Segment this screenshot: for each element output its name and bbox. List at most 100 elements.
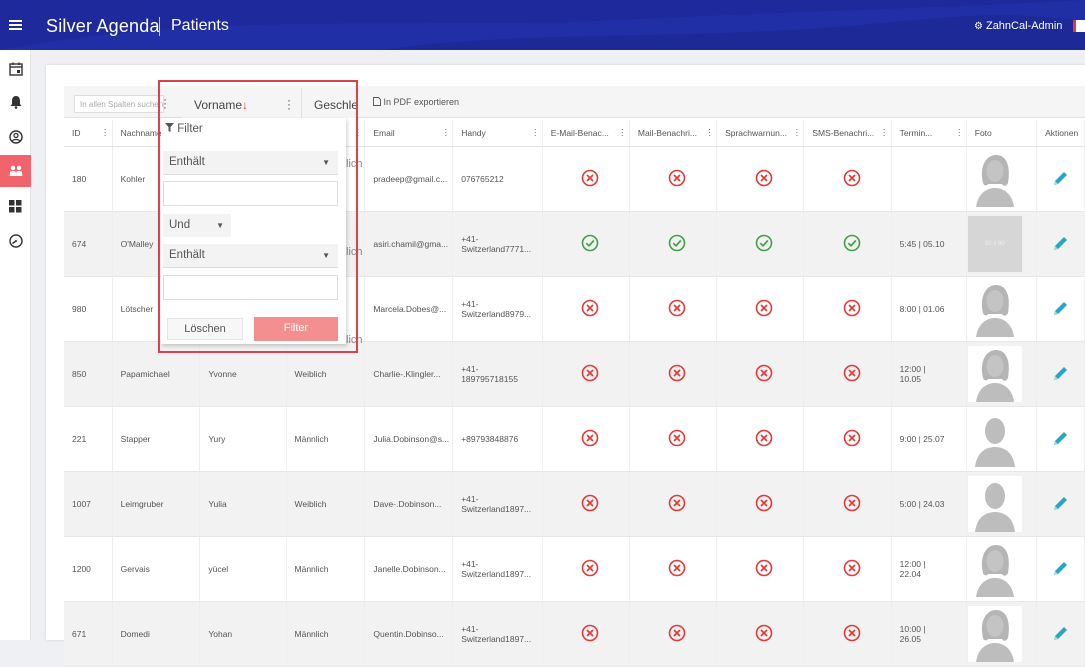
cell-notification-flag bbox=[716, 146, 805, 212]
cell-notification-flag bbox=[542, 601, 630, 667]
avatar bbox=[967, 540, 1022, 597]
cell-actions bbox=[1036, 406, 1085, 472]
sidebar-item-reports[interactable] bbox=[0, 225, 31, 257]
sidebar-item-calendar[interactable] bbox=[0, 53, 31, 85]
column-header[interactable]: ID · · · bbox=[64, 120, 113, 147]
cross-circle-icon bbox=[843, 299, 860, 316]
notification-badge[interactable] bbox=[1073, 20, 1085, 32]
edit-icon[interactable] bbox=[1051, 430, 1069, 448]
sidebar-item-profile[interactable] bbox=[0, 121, 31, 153]
menu-icon[interactable] bbox=[9, 20, 22, 30]
column-menu-icon[interactable]: ··· bbox=[795, 125, 799, 140]
cell-notification-flag bbox=[803, 146, 892, 212]
cross-circle-icon bbox=[668, 494, 686, 511]
avatar bbox=[967, 150, 1022, 207]
cell-termin-line: 12:00 | bbox=[899, 363, 926, 374]
gauge-icon bbox=[8, 234, 23, 248]
sidebar-item-patients[interactable] bbox=[0, 155, 31, 187]
check-circle-icon bbox=[581, 234, 599, 251]
cell-termin-line: 8:00 | 01.06 bbox=[899, 303, 945, 314]
cross-circle-icon bbox=[755, 429, 773, 446]
cell-notification-flag bbox=[542, 146, 630, 212]
title-divider bbox=[159, 17, 160, 36]
cell-termin-line: 5:00 | 24.03 bbox=[899, 498, 945, 509]
sidebar-item-notifications[interactable] bbox=[0, 86, 31, 118]
column-header[interactable]: Email · · · bbox=[364, 120, 454, 147]
cell-handy-line: +41- bbox=[461, 233, 479, 244]
column-header[interactable]: Mail-Benachri... · · · bbox=[629, 120, 718, 147]
cell-handy: +41- Switzerland1897... bbox=[452, 471, 543, 537]
column-header[interactable]: Foto bbox=[966, 120, 1038, 147]
check-circle-icon bbox=[668, 234, 686, 251]
column-header[interactable]: Sprachwarnun... · · · bbox=[716, 120, 805, 147]
column-menu-icon[interactable]: ··· bbox=[708, 125, 712, 140]
cell-notification-flag bbox=[803, 471, 892, 537]
cell-termin: 5:00 | 24.03 bbox=[891, 471, 967, 537]
cell-photo bbox=[966, 146, 1038, 212]
cross-circle-icon bbox=[581, 364, 599, 381]
edit-icon[interactable] bbox=[1051, 495, 1069, 513]
column-header[interactable]: SMS-Benachri... · · · bbox=[803, 120, 892, 147]
column-header-label: E-Mail-Benac... bbox=[550, 127, 609, 138]
cell-notification-flag bbox=[542, 276, 630, 342]
cell-id: 1007 bbox=[64, 471, 113, 537]
column-header[interactable]: E-Mail-Benac... · · · bbox=[542, 120, 630, 147]
column-menu-icon[interactable]: ··· bbox=[444, 125, 448, 140]
column-menu-icon[interactable]: ··· bbox=[958, 125, 962, 140]
table-row[interactable]: 671 Domedi Yohan Männlich Quentin.Dobinso...… bbox=[64, 601, 1085, 667]
avatar-placeholder-text: 80 x 80 bbox=[984, 240, 1005, 247]
cell-termin-line: 9:00 | 25.07 bbox=[899, 433, 945, 444]
column-menu-icon[interactable]: ··· bbox=[883, 125, 887, 140]
cell-geschlecht: Männlich bbox=[286, 536, 366, 602]
cell-handy: +89793848876 bbox=[452, 406, 543, 472]
avatar bbox=[967, 410, 1022, 467]
cell-photo: 80 x 80 bbox=[966, 211, 1038, 277]
cross-circle-icon bbox=[755, 364, 773, 381]
table-row[interactable]: 1007 Leimgruber Yulia Weiblich Dave-.Dobinso… bbox=[64, 471, 1085, 537]
cell-actions bbox=[1036, 601, 1085, 667]
column-header[interactable]: Aktionen bbox=[1036, 120, 1085, 147]
cross-circle-icon bbox=[843, 624, 860, 641]
table-row[interactable]: 1200 Gervais yücel Männlich Janelle.Dobinson… bbox=[64, 536, 1085, 602]
cell-nachname: Leimgruber bbox=[112, 471, 201, 537]
cell-email: Dave-.Dobinson... bbox=[364, 471, 454, 537]
cell-notification-flag bbox=[542, 406, 630, 472]
avatar-placeholder-icon bbox=[975, 284, 1014, 337]
top-bar: Silver Agenda Patients ⚙ ZahnCal-Admin bbox=[0, 0, 1085, 50]
cell-email: Charlie-.Klingler... bbox=[364, 341, 454, 407]
column-header[interactable]: Termin... · · · bbox=[891, 120, 967, 147]
cell-id: 980 bbox=[64, 276, 113, 342]
cell-notification-flag bbox=[716, 406, 805, 472]
user-menu[interactable]: ⚙ ZahnCal-Admin bbox=[974, 20, 1062, 32]
column-menu-icon[interactable]: ··· bbox=[104, 125, 108, 140]
cell-actions bbox=[1036, 146, 1085, 212]
table-row[interactable]: 221 Stapper Yury Männlich Julia.Dobinson@s..… bbox=[64, 406, 1085, 472]
column-header-label: ID bbox=[72, 127, 81, 138]
column-menu-icon[interactable]: ··· bbox=[621, 125, 625, 140]
cell-notification-flag bbox=[803, 341, 892, 407]
cell-termin: 8:00 | 01.06 bbox=[891, 276, 967, 342]
cell-notification-flag bbox=[629, 211, 718, 277]
cell-notification-flag bbox=[629, 536, 718, 602]
column-menu-icon[interactable]: ··· bbox=[534, 125, 538, 140]
edit-icon[interactable] bbox=[1051, 170, 1069, 188]
pdf-export-button[interactable]: In PDF exportieren bbox=[373, 97, 459, 107]
cross-circle-icon bbox=[843, 494, 860, 511]
edit-icon[interactable] bbox=[1051, 300, 1069, 318]
column-header[interactable]: Handy · · · bbox=[452, 120, 543, 147]
cell-termin-line: 12:00 | bbox=[899, 558, 926, 569]
cell-notification-flag bbox=[629, 406, 718, 472]
cell-photo bbox=[966, 276, 1038, 342]
edit-icon[interactable] bbox=[1051, 365, 1069, 383]
cell-notification-flag bbox=[716, 341, 805, 407]
edit-icon[interactable] bbox=[1051, 235, 1069, 253]
cross-circle-icon bbox=[581, 429, 599, 446]
edit-icon[interactable] bbox=[1051, 560, 1069, 578]
cell-vorname: Yury bbox=[199, 406, 287, 472]
avatar-placeholder-icon bbox=[974, 482, 1015, 532]
search-input[interactable]: In allen Spalten suchen bbox=[74, 95, 164, 113]
cell-handy-line: Switzerland1897... bbox=[461, 568, 532, 579]
cell-notification-flag bbox=[803, 536, 892, 602]
sidebar-item-dashboard[interactable] bbox=[0, 190, 31, 222]
cross-circle-icon bbox=[755, 169, 773, 186]
